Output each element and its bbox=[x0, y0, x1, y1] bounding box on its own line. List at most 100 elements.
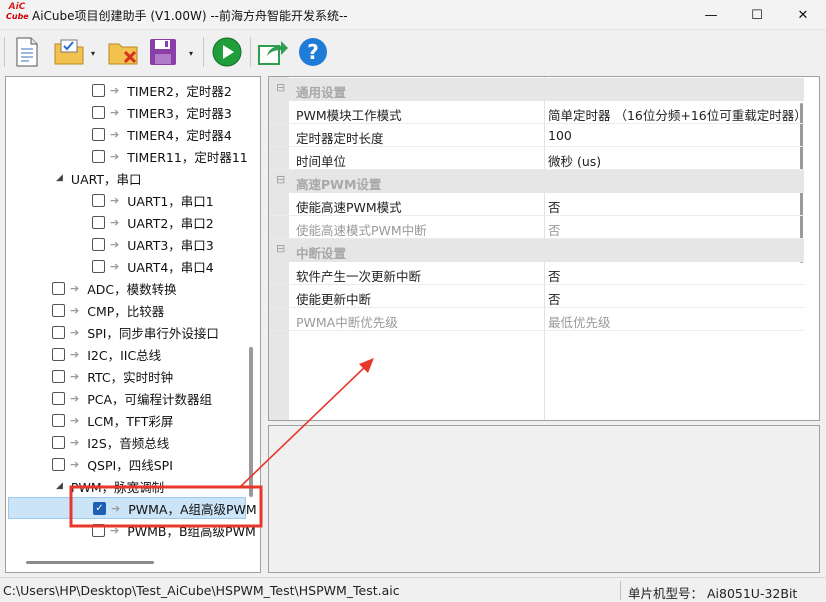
tree-item-label: I2C，IIC总线 bbox=[87, 347, 162, 363]
tree-group[interactable]: ◢ UART，串口 bbox=[56, 167, 142, 189]
maximize-button[interactable]: ☐ bbox=[734, 0, 780, 30]
property-category[interactable]: ⊟ 中断设置 bbox=[269, 239, 804, 262]
help-icon: ? bbox=[299, 38, 327, 66]
new-project-button[interactable] bbox=[10, 36, 44, 68]
peripheral-tree[interactable]: ➔ TIMER2，定时器2 ➔ TIMER3，定时器3 ➔ TIMER4，定时器4 ➔ TIM… bbox=[5, 76, 261, 573]
property-row[interactable]: PWMA中断优先级 最低优先级 bbox=[269, 308, 804, 331]
tree-horizontal-scrollbar[interactable] bbox=[26, 561, 154, 564]
minimize-button[interactable]: — bbox=[688, 0, 734, 30]
tree-item[interactable]: ✓ ➔ PWMA，A组高级PWM bbox=[8, 497, 257, 519]
enable-checkbox[interactable] bbox=[92, 105, 105, 119]
open-dropdown-icon[interactable]: ▾ bbox=[91, 49, 95, 58]
close-button[interactable]: ✕ bbox=[780, 0, 826, 30]
export-button[interactable] bbox=[256, 36, 290, 68]
tree-item[interactable]: ➔ UART4，串口4 bbox=[92, 255, 214, 277]
tree-item-label: UART4，串口4 bbox=[127, 259, 214, 275]
enable-checkbox[interactable] bbox=[92, 193, 105, 207]
property-row[interactable]: 使能高速PWM模式 否 bbox=[269, 193, 804, 216]
tree-item[interactable]: ➔ QSPI，四线SPI bbox=[52, 453, 173, 475]
tree-item[interactable]: ➔ TIMER2，定时器2 bbox=[92, 79, 232, 101]
enable-checkbox[interactable] bbox=[92, 127, 105, 141]
property-description-panel bbox=[268, 425, 820, 573]
tree-item[interactable]: ➔ UART2，串口2 bbox=[92, 211, 214, 233]
toolbar: ▾ ▾ ? bbox=[0, 31, 826, 74]
property-name: 使能更新中断 bbox=[296, 292, 372, 307]
category-label: 高速PWM设置 bbox=[296, 177, 382, 192]
property-value[interactable]: 否 bbox=[548, 197, 802, 216]
tree-item-label: I2S，音频总线 bbox=[87, 435, 170, 451]
maximize-icon: ☐ bbox=[751, 7, 763, 23]
save-dropdown-icon[interactable]: ▾ bbox=[189, 49, 193, 58]
expand-icon[interactable]: ◢ bbox=[56, 481, 63, 491]
arrow-right-icon: ➔ bbox=[70, 391, 80, 405]
arrow-right-icon: ➔ bbox=[110, 83, 120, 97]
tree-item[interactable]: ➔ PWMB，B组高级PWM bbox=[92, 519, 256, 541]
property-name: 使能高速PWM模式 bbox=[296, 200, 402, 215]
enable-checkbox[interactable] bbox=[52, 369, 65, 383]
chip-model: 单片机型号： Ai8051U-32Bit bbox=[628, 586, 798, 601]
collapse-icon[interactable]: ⊟ bbox=[276, 173, 285, 186]
property-name: 时间单位 bbox=[296, 154, 347, 169]
property-value[interactable]: 100 bbox=[548, 128, 802, 143]
tree-item[interactable]: ➔ ADC，模数转换 bbox=[52, 277, 177, 299]
tree-item-label: PWMB，B组高级PWM bbox=[127, 523, 256, 539]
property-category[interactable]: ⊟ 通用设置 bbox=[269, 78, 804, 101]
tree-item[interactable]: ➔ I2S，音频总线 bbox=[52, 431, 169, 453]
tree-item[interactable]: ➔ TIMER4，定时器4 bbox=[92, 123, 232, 145]
help-button[interactable]: ? bbox=[296, 36, 330, 68]
property-row[interactable]: 时间单位 微秒 (us) bbox=[269, 147, 804, 170]
tree-item[interactable]: ➔ RTC，实时时钟 bbox=[52, 365, 173, 387]
enable-checkbox[interactable] bbox=[52, 391, 65, 405]
tree-item[interactable]: ➔ SPI，同步串行外设接口 bbox=[52, 321, 219, 343]
tree-vertical-scrollbar[interactable] bbox=[249, 347, 253, 497]
tree-group[interactable]: ◢ PWM，脉宽调制 bbox=[56, 475, 164, 497]
tree-item[interactable]: ➔ LCM，TFT彩屏 bbox=[52, 409, 173, 431]
save-button[interactable] bbox=[146, 36, 180, 68]
enable-checkbox[interactable]: ✓ bbox=[93, 501, 106, 515]
property-row[interactable]: 使能更新中断 否 bbox=[269, 285, 804, 308]
expand-icon[interactable]: ◢ bbox=[56, 173, 63, 183]
property-row[interactable]: 定时器定时长度 100 bbox=[269, 124, 804, 147]
tree-item[interactable]: ➔ I2C，IIC总线 bbox=[52, 343, 161, 365]
enable-checkbox[interactable] bbox=[92, 523, 105, 537]
enable-checkbox[interactable] bbox=[52, 435, 65, 449]
collapse-icon[interactable]: ⊟ bbox=[276, 81, 285, 94]
enable-checkbox[interactable] bbox=[92, 149, 105, 163]
property-row[interactable]: PWM模块工作模式 简单定时器 （16位分频+16位可重载定时器） bbox=[269, 101, 804, 124]
tree-item[interactable]: ➔ UART1，串口1 bbox=[92, 189, 214, 211]
enable-checkbox[interactable] bbox=[52, 347, 65, 361]
tree-item[interactable]: ➔ UART3，串口3 bbox=[92, 233, 214, 255]
enable-checkbox[interactable] bbox=[92, 237, 105, 251]
arrow-right-icon: ➔ bbox=[111, 501, 121, 515]
property-value[interactable]: 否 bbox=[548, 266, 802, 285]
enable-checkbox[interactable] bbox=[52, 413, 65, 427]
collapse-icon[interactable]: ⊟ bbox=[276, 242, 285, 255]
tree-item[interactable]: ➔ PCA，可编程计数器组 bbox=[52, 387, 212, 409]
property-value[interactable]: 微秒 (us) bbox=[548, 151, 802, 170]
tree-item[interactable]: ➔ CMP，比较器 bbox=[52, 299, 164, 321]
enable-checkbox[interactable] bbox=[52, 303, 65, 317]
property-row[interactable]: 软件产生一次更新中断 否 bbox=[269, 262, 804, 285]
tree-item[interactable]: ➔ TIMER3，定时器3 bbox=[92, 101, 232, 123]
property-row[interactable]: 使能高速模式PWM中断 否 bbox=[269, 216, 804, 239]
close-project-button[interactable] bbox=[106, 36, 140, 68]
tree-item[interactable]: ➔ TIMER11，定时器11 bbox=[92, 145, 248, 167]
enable-checkbox[interactable] bbox=[92, 215, 105, 229]
run-button[interactable] bbox=[210, 36, 244, 68]
arrow-right-icon: ➔ bbox=[110, 127, 120, 141]
enable-checkbox[interactable] bbox=[92, 259, 105, 273]
open-project-button[interactable] bbox=[52, 36, 86, 68]
property-category[interactable]: ⊟ 高速PWM设置 bbox=[269, 170, 804, 193]
enable-checkbox[interactable] bbox=[52, 325, 65, 339]
tree-item-label: QSPI，四线SPI bbox=[87, 457, 173, 473]
arrow-right-icon: ➔ bbox=[110, 237, 120, 251]
tree-item-label: UART1，串口1 bbox=[127, 193, 214, 209]
export-icon bbox=[258, 41, 288, 65]
property-value[interactable]: 否 bbox=[548, 289, 802, 308]
enable-checkbox[interactable] bbox=[52, 457, 65, 471]
property-value[interactable]: 简单定时器 （16位分频+16位可重载定时器） bbox=[548, 105, 802, 124]
category-label: 中断设置 bbox=[296, 246, 347, 261]
property-grid[interactable]: ⊟ 通用设置 PWM模块工作模式 简单定时器 （16位分频+16位可重载定时器） 定时器… bbox=[268, 76, 820, 421]
enable-checkbox[interactable] bbox=[52, 281, 65, 295]
enable-checkbox[interactable] bbox=[92, 83, 105, 97]
